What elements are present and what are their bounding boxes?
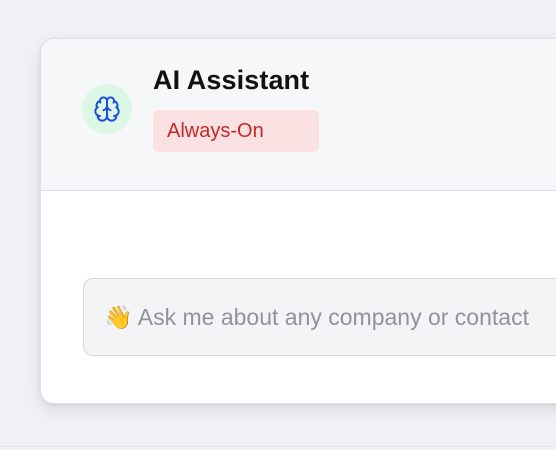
ai-assistant-card: AI Assistant Always-On [40,38,556,404]
page-divider [0,446,556,447]
card-header: AI Assistant Always-On [41,39,556,191]
brain-icon [94,96,120,122]
assistant-avatar [82,84,132,134]
status-badge: Always-On [153,110,319,152]
assistant-title: AI Assistant [153,65,310,95]
chat-input[interactable] [83,278,556,356]
